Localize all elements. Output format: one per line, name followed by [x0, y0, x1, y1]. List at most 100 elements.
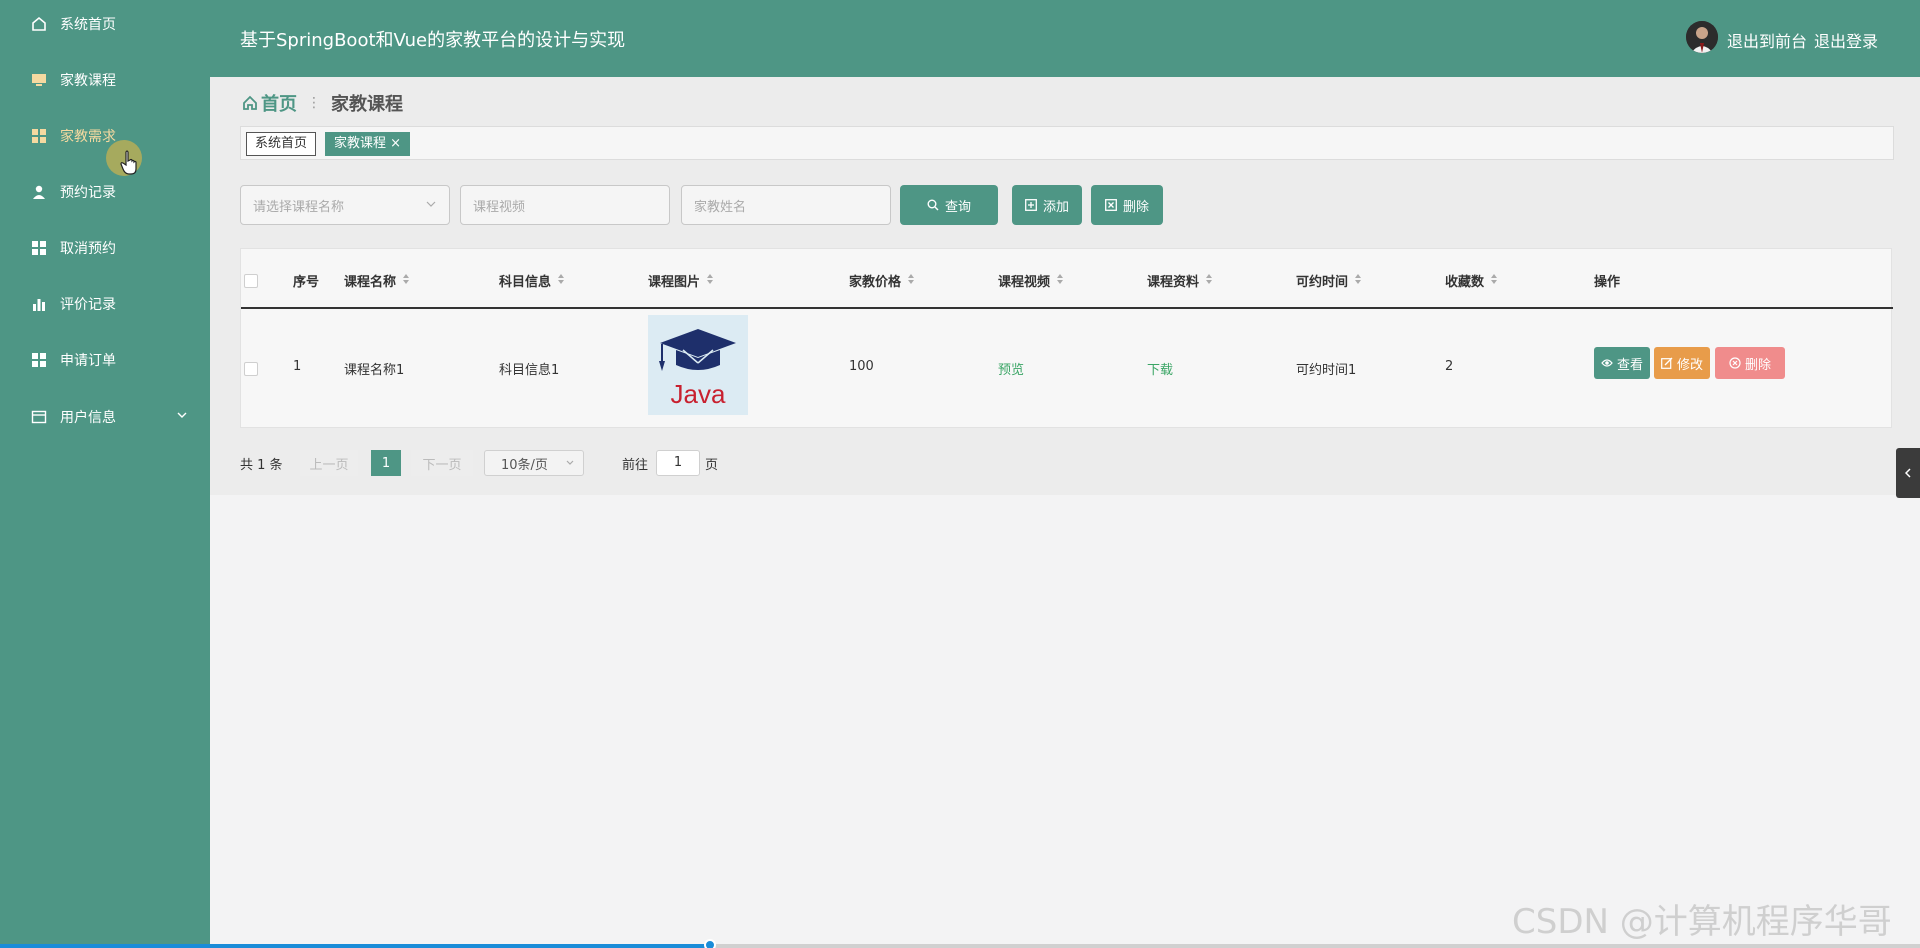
monitor-icon [30, 71, 48, 89]
breadcrumb: 首页 ⋮ 家教课程 [242, 90, 403, 116]
sort-icon[interactable] [402, 273, 410, 289]
prev-page-button[interactable]: 上一页 [300, 450, 358, 476]
header-actions: 操作 [1594, 271, 1620, 290]
cell-course-name: 课程名称1 [344, 363, 405, 378]
sidebar-item-bookings[interactable]: 预约记录 [0, 172, 210, 212]
course-name-placeholder: 请选择课程名称 [253, 199, 345, 215]
header-index: 序号 [293, 271, 319, 290]
app-title: 基于SpringBoot和Vue的家教平台的设计与实现 [240, 30, 626, 51]
sort-icon[interactable] [1056, 273, 1064, 289]
add-button[interactable]: 添加 [1012, 185, 1082, 225]
sidebar-item-label: 用户信息 [60, 410, 116, 426]
logout-link[interactable]: 退出登录 [1814, 28, 1878, 52]
course-video-input[interactable]: 课程视频 [460, 185, 670, 225]
sort-icon[interactable] [1354, 273, 1362, 289]
sort-icon[interactable] [557, 273, 565, 289]
row-checkbox[interactable] [244, 362, 258, 376]
header-course-name[interactable]: 课程名称 [344, 271, 410, 290]
back-to-front-link[interactable]: 退出到前台 [1727, 28, 1807, 52]
grid-icon [30, 239, 48, 257]
user-icon [30, 183, 48, 201]
header-price[interactable]: 家教价格 [849, 271, 915, 290]
watermark: CSDN @计算机程序华哥 [1512, 902, 1892, 942]
sidebar-item-user-info[interactable]: 用户信息 [0, 397, 210, 437]
batch-delete-button[interactable]: 删除 [1091, 185, 1163, 225]
sidebar-item-label: 系统首页 [60, 17, 116, 33]
tab-home[interactable]: 系统首页 [246, 132, 317, 156]
svg-text:Java: Java [671, 379, 726, 409]
breadcrumb-home[interactable]: 首页 [242, 90, 297, 116]
home-icon [30, 15, 48, 33]
header-label: 可约时间 [1296, 275, 1349, 290]
header-subject[interactable]: 科目信息 [499, 271, 565, 290]
material-download-link[interactable]: 下载 [1147, 359, 1173, 378]
sidebar-item-cancel-booking[interactable]: 取消预约 [0, 228, 210, 268]
sort-icon[interactable] [1490, 273, 1498, 289]
sidebar-item-requests[interactable]: 家教需求 [0, 116, 210, 156]
page-number-button[interactable]: 1 [371, 450, 401, 476]
header-favorites[interactable]: 收藏数 [1445, 271, 1498, 290]
bar-chart-icon [30, 295, 48, 313]
sidebar-item-home[interactable]: 系统首页 [0, 4, 210, 44]
eye-icon [1601, 359, 1613, 367]
goto-page-input[interactable]: 1 [656, 450, 700, 476]
goto-label: 前往 [622, 457, 649, 473]
breadcrumb-separator: ⋮ [307, 95, 321, 111]
chevron-left-icon [1904, 468, 1911, 478]
sidebar-item-reviews[interactable]: 评价记录 [0, 284, 210, 324]
sidebar-item-orders[interactable]: 申请订单 [0, 340, 210, 380]
sidebar-item-label: 取消预约 [60, 241, 116, 257]
page-unit-label: 页 [705, 457, 719, 473]
view-button[interactable]: 查看 [1594, 347, 1650, 379]
course-video-placeholder: 课程视频 [473, 199, 526, 215]
video-preview-link[interactable]: 预览 [998, 359, 1024, 378]
edit-icon [1661, 357, 1673, 369]
side-panel-toggle[interactable] [1896, 448, 1920, 498]
card-icon [30, 408, 48, 426]
sidebar-item-label: 家教课程 [60, 73, 116, 89]
avatar[interactable] [1686, 21, 1718, 53]
sort-icon[interactable] [706, 273, 714, 289]
sort-icon[interactable] [907, 273, 915, 289]
video-progress-knob[interactable] [704, 939, 716, 948]
grid-icon [30, 127, 48, 145]
header-label: 课程图片 [648, 275, 701, 290]
cell-index: 1 [293, 359, 302, 374]
home-icon [242, 95, 258, 111]
sidebar-item-label: 申请订单 [60, 353, 116, 369]
header-video[interactable]: 课程视频 [998, 271, 1064, 290]
page-size-label: 10条/页 [501, 457, 548, 473]
header-label: 家教价格 [849, 275, 902, 290]
sidebar-item-courses[interactable]: 家教课程 [0, 60, 210, 100]
teacher-name-input[interactable]: 家教姓名 [681, 185, 891, 225]
page-size-select[interactable]: 10条/页 [484, 450, 584, 476]
header-label: 课程资料 [1147, 275, 1200, 290]
tab-courses[interactable]: 家教课程 × [325, 132, 411, 156]
header-material[interactable]: 课程资料 [1147, 271, 1213, 290]
close-circle-icon [1729, 357, 1741, 369]
edit-button[interactable]: 修改 [1654, 347, 1710, 379]
grid-icon [30, 351, 48, 369]
add-label: 添加 [1042, 199, 1069, 215]
video-progress-fill [0, 944, 710, 948]
chevron-down-icon [425, 198, 437, 214]
select-all-checkbox[interactable] [244, 274, 258, 288]
next-page-button[interactable]: 下一页 [411, 450, 473, 476]
query-button[interactable]: 查询 [900, 185, 998, 225]
header-label: 课程视频 [998, 275, 1051, 290]
course-name-select[interactable]: 请选择课程名称 [240, 185, 450, 225]
teacher-name-placeholder: 家教姓名 [694, 199, 747, 215]
breadcrumb-current: 家教课程 [331, 94, 403, 115]
delete-label: 删除 [1122, 199, 1149, 215]
cell-price: 100 [849, 359, 874, 374]
cell-subject: 科目信息1 [499, 363, 560, 378]
view-label: 查看 [1616, 357, 1643, 373]
header-available-time[interactable]: 可约时间 [1296, 271, 1362, 290]
delete-button[interactable]: 删除 [1715, 347, 1785, 379]
sort-icon[interactable] [1205, 273, 1213, 289]
cell-available-time: 可约时间1 [1296, 363, 1357, 378]
hand-cursor-icon [120, 150, 140, 176]
course-image[interactable]: Java [648, 315, 748, 415]
table-header: 序号 课程名称 科目信息 课程图片 家教价格 课程视频 课程资料 可约时间 收藏… [241, 249, 1893, 309]
header-course-image[interactable]: 课程图片 [648, 271, 714, 290]
